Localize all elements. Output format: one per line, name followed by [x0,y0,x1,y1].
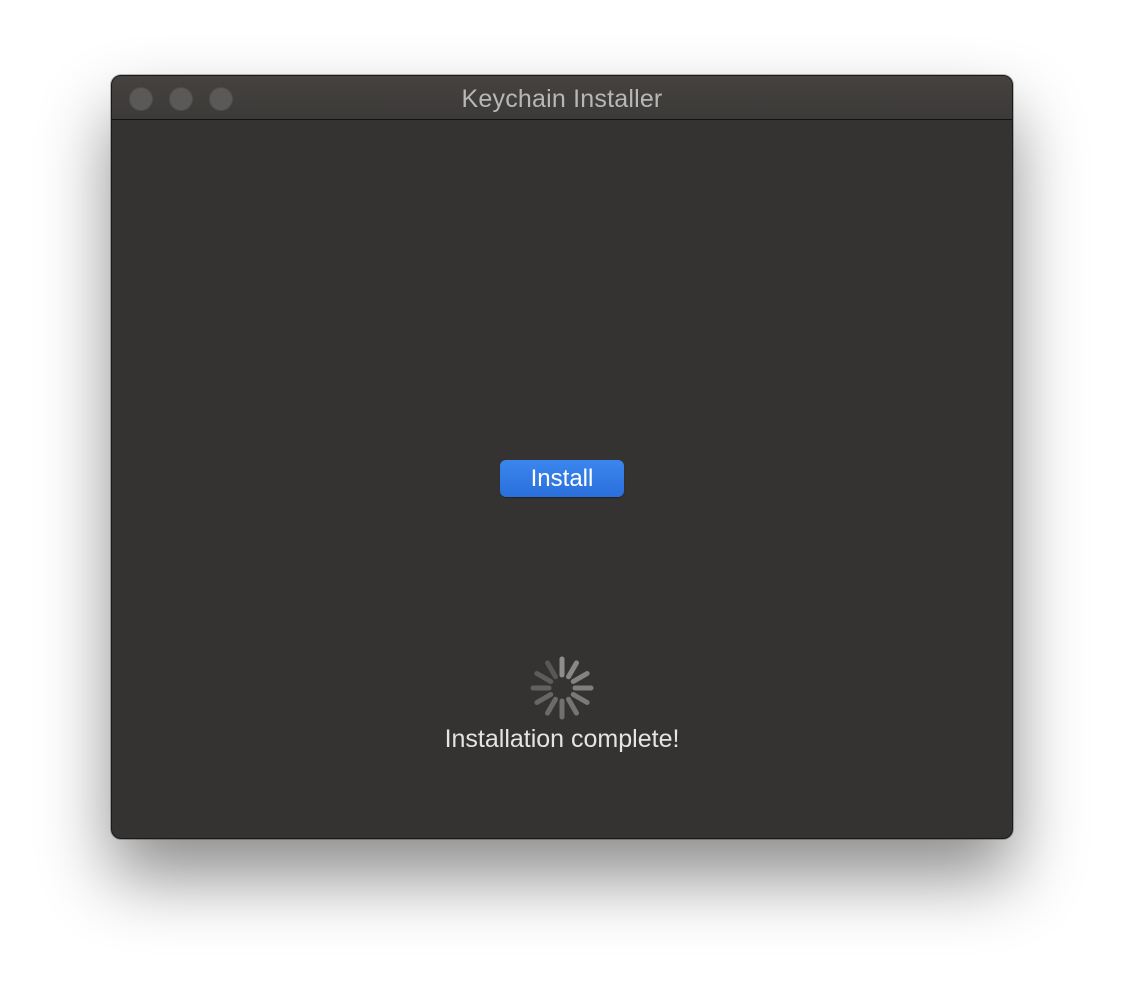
loading-spinner-icon [530,656,594,720]
desktop-background: Keychain Installer Install Installation … [0,0,1124,986]
spinner-spoke [566,660,579,680]
window-content: Install Installation complete! [112,120,1012,838]
installer-window: Keychain Installer Install Installation … [111,75,1013,839]
window-title: Keychain Installer [461,85,663,113]
spinner-spoke [534,692,554,705]
spinner-spoke [570,671,590,684]
install-button[interactable]: Install [500,460,624,497]
status-text: Installation complete! [444,725,680,753]
spinner-spoke [566,696,579,716]
spinner-spoke [534,671,554,684]
spinner-spoke [545,696,558,716]
title-bar[interactable]: Keychain Installer [112,76,1012,120]
spinner-spoke [545,660,558,680]
spinner-spoke [570,692,590,705]
